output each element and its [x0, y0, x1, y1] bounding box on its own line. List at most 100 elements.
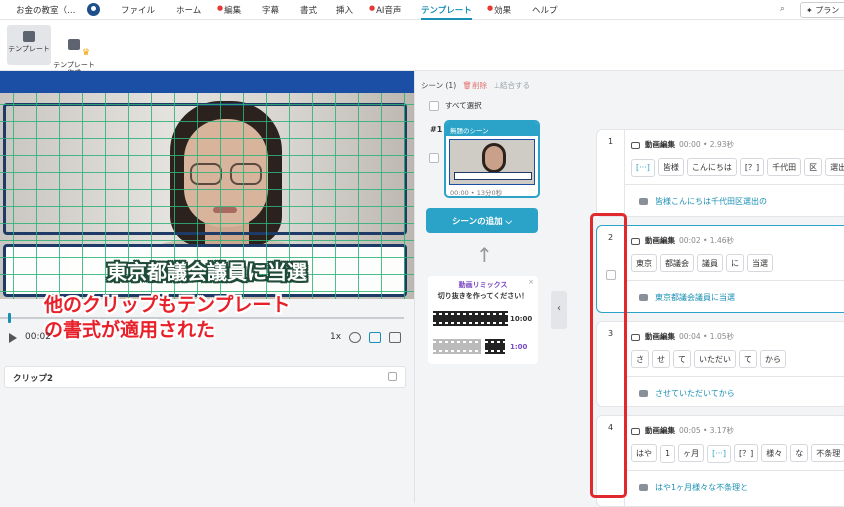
word-chip[interactable]: 東京 [631, 254, 657, 272]
segment-header: 動画編集 00:05 • 3.17秒 [631, 425, 734, 436]
word-chip[interactable]: [···] [707, 445, 731, 463]
current-time: 00:02 [25, 332, 51, 342]
word-chip[interactable]: に [726, 254, 744, 272]
menu-help[interactable]: ヘルプ [532, 4, 558, 16]
collapse-panel-button[interactable]: ‹ [551, 291, 567, 329]
menu-file[interactable]: ファイル [121, 4, 155, 16]
template-button[interactable]: テンプレート [7, 25, 51, 65]
word-chip[interactable]: ヶ月 [678, 444, 705, 462]
clip-card[interactable]: クリップ2 [4, 366, 406, 388]
add-scene-button[interactable]: シーンの追加 ⌵ [426, 208, 538, 233]
segment-text[interactable]: はや1ヶ月様々な不条理と [639, 482, 748, 493]
subtitle-icon [639, 198, 648, 205]
remix-subtitle: 切り抜きを作ってください！ [437, 292, 529, 300]
segment-3[interactable]: 3 動画編集 00:04 • 1.05秒 させていただいてから させていただいてか… [596, 321, 844, 407]
word-chip[interactable]: せ [652, 350, 670, 368]
timeline-scrubber[interactable] [0, 312, 414, 324]
word-chip[interactable]: 議員 [697, 254, 723, 272]
word-chip[interactable]: な [790, 444, 809, 462]
segment-text[interactable]: 東京都議会議員に当選 [639, 292, 735, 303]
highlight-box [590, 213, 627, 498]
template-icon [23, 31, 35, 42]
word-chip[interactable]: 不条理 [811, 444, 844, 462]
word-chip[interactable]: いただい [694, 350, 736, 368]
remix-title: 動画リミックス [458, 281, 508, 289]
segment-text[interactable]: 皆様こんにちは千代田区選出の [639, 196, 767, 207]
video-subtitle[interactable]: 東京都議会議員に当選 [0, 256, 414, 285]
menu-template[interactable]: テンプレート [421, 4, 472, 20]
project-title[interactable]: お金の教室（… [16, 4, 76, 16]
film-strip-icon [433, 339, 481, 354]
word-chip[interactable]: [···] [631, 159, 655, 177]
template-create-icon [68, 39, 80, 50]
menu-home[interactable]: ホーム [176, 4, 201, 16]
menu-subtitle[interactable]: 字幕 [262, 4, 279, 16]
scene-checkbox[interactable] [429, 153, 439, 163]
segment-4[interactable]: 4 動画編集00:05 • 3.17秒 はや1ヶ月[···][？]様々な不条理と… [596, 415, 844, 507]
scrubber-handle[interactable] [8, 313, 11, 323]
scene-title[interactable]: 無題のシーン [446, 122, 538, 136]
menu-ai-voice[interactable]: ●AI音声 [369, 4, 401, 16]
menu-insert[interactable]: 挿入 [336, 4, 353, 16]
new-dot-icon: ● [217, 4, 224, 12]
word-chip[interactable]: [？] [739, 158, 765, 176]
open-external-icon[interactable] [388, 372, 397, 381]
word-chip[interactable]: 様々 [761, 444, 788, 462]
checkbox[interactable] [429, 101, 439, 111]
word-chip[interactable]: さ [631, 350, 649, 368]
play-icon[interactable] [9, 333, 17, 343]
scene-duration: 00:00 • 13分0秒 [450, 189, 503, 197]
template-create-button[interactable]: テンプレート 作成 [52, 25, 96, 77]
select-all-checkbox[interactable]: すべて選択 [429, 100, 482, 111]
word-chip[interactable]: て [673, 350, 691, 368]
segment-header: 動画編集 00:04 • 1.05秒 [631, 331, 734, 342]
user-avatar-icon[interactable] [87, 3, 100, 16]
remix-promo-card[interactable]: × 動画リミックス 切り抜きを作ってください！ 10:00 1:00 [428, 276, 538, 364]
scene-card[interactable]: 無題のシーン 00:00 • 13分0秒 [444, 120, 540, 198]
word-chip[interactable]: 選出 [825, 158, 844, 176]
segment-1[interactable]: 1 動画編集 00:00 • 2.93秒 [···] 皆様 こんにちは [？] 千代田区選… [596, 129, 844, 217]
segment-divider [625, 470, 844, 471]
segment-text[interactable]: させていただいてから [639, 388, 735, 399]
word-chips: 東京 都議会 議員に当選 [631, 251, 776, 272]
word-chip[interactable]: 区 [804, 158, 823, 176]
grid-icon[interactable] [369, 332, 381, 343]
word-chip[interactable]: [？] [733, 444, 759, 462]
merge-scene-button[interactable]: ⊥結合する [493, 81, 530, 90]
video-tag-icon [631, 237, 640, 245]
thumbnail-caption [454, 172, 532, 180]
subtitle-icon [639, 484, 648, 491]
word-chip[interactable]: 当選 [747, 254, 773, 272]
plan-button[interactable]: ✦ プラン [800, 2, 844, 18]
word-chip[interactable]: はや [631, 444, 657, 462]
word-chip[interactable]: こんにちは [686, 158, 737, 176]
word-chip[interactable]: 都議会 [660, 254, 694, 272]
word-chip[interactable]: 千代田 [767, 158, 802, 176]
word-chip[interactable]: て [739, 350, 757, 368]
video-preview[interactable]: 東京都議会議員に当選 [0, 71, 414, 299]
subtitle-icon [639, 294, 648, 301]
word-chip[interactable]: から [760, 350, 786, 368]
segment-2[interactable]: 2 動画編集 00:02 • 1.46秒 東京 都議会 議員に当選 東京都議会議員に当… [596, 225, 844, 313]
word-chip[interactable]: 皆様 [657, 158, 684, 176]
film-strip-icon [485, 339, 505, 354]
crown-icon: ♛ [82, 48, 91, 58]
delete-scene-button[interactable]: 🗑削除 [463, 81, 488, 90]
word-chip[interactable]: 1 [660, 445, 676, 463]
menu-format[interactable]: 書式 [300, 4, 317, 16]
scene-number: #1 [430, 125, 443, 134]
menu-effects[interactable]: ●効果 [487, 4, 511, 16]
template-top-band [0, 71, 414, 93]
menu-edit[interactable]: ●編集 [217, 4, 241, 16]
arrow-up-icon: ↑ [476, 243, 493, 267]
speed-selector[interactable]: 1x [330, 332, 341, 342]
menu-bar: お金の教室（… ファイル ホーム ●編集 字幕 書式 挿入 ●AI音声 テンプレ… [0, 0, 844, 20]
scene-panel: シーン (1) 🗑削除 ⊥結合する すべて選択 #1 無題のシーン 00:00 … [414, 71, 550, 503]
word-chips: [···]皆様こんにちは[？]千代田区選出の [631, 155, 844, 177]
remix-time-long: 10:00 [510, 315, 533, 323]
snapshot-icon[interactable] [349, 332, 361, 343]
scene-thumbnail [449, 139, 535, 185]
search-icon[interactable]: ⌕ [780, 4, 785, 14]
layout-icon[interactable] [389, 332, 401, 343]
word-chips: はや1ヶ月[···][？]様々な不条理と [631, 441, 844, 463]
